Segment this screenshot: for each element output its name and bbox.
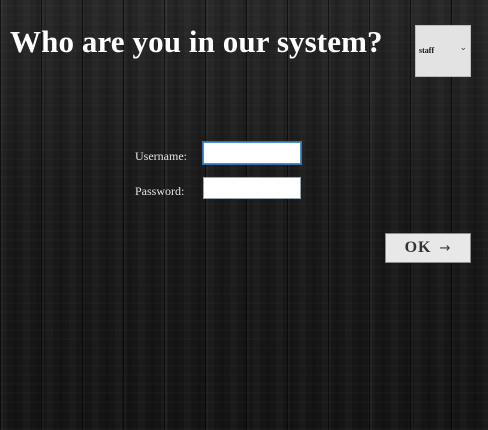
- password-field[interactable]: [203, 177, 301, 199]
- arrow-right-icon: →: [439, 241, 452, 256]
- ok-button[interactable]: OK →: [385, 233, 471, 263]
- page-title: Who are you in our system?: [10, 24, 383, 59]
- chevron-down-icon: ⌄: [459, 43, 467, 53]
- ok-button-label: OK: [404, 239, 432, 256]
- role-select-value: staff: [419, 46, 435, 55]
- username-label: Username:: [135, 149, 187, 163]
- password-label: Password:: [135, 184, 185, 198]
- role-select[interactable]: staff ⌄: [415, 25, 471, 77]
- username-field[interactable]: [203, 142, 301, 164]
- login-page: { "header": { "title": "Who are you in o…: [0, 0, 488, 430]
